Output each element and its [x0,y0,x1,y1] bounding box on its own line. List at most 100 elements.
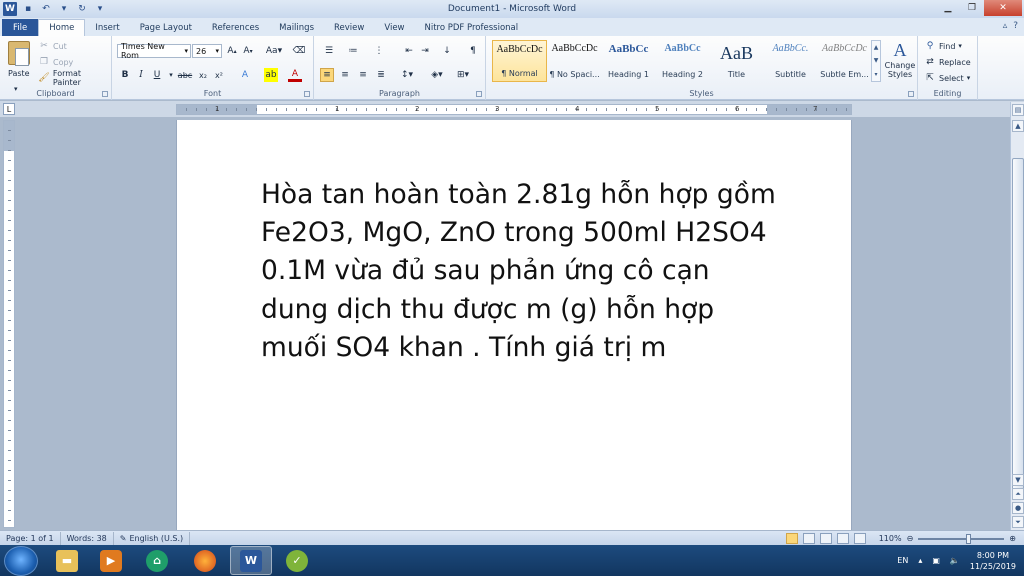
help-icon[interactable]: ? [1013,21,1018,31]
decrease-indent-icon[interactable]: ⇤ [402,44,416,58]
align-left-icon[interactable]: ≡ [320,68,334,82]
styles-gallery-scroll[interactable]: ▲ ▼ ▾ [871,40,881,82]
paragraph-launcher-icon[interactable] [476,91,482,97]
tab-selector[interactable]: L [3,103,15,115]
chevron-down-icon[interactable]: ▾ [57,2,71,16]
taskbar-app-lime[interactable]: ✓ [276,546,318,575]
grow-font-icon[interactable]: A ▴ [225,44,239,58]
network-icon[interactable]: ▣ [932,556,940,565]
paste-button[interactable]: Paste [8,66,30,80]
justify-icon[interactable]: ≣ [374,68,388,82]
chevron-up-icon[interactable]: ▲ [874,44,879,51]
zoom-slider-thumb[interactable] [966,533,972,544]
bullets-icon[interactable]: ☰ [320,44,338,58]
style-no-spacing[interactable]: AaBbCcDc ¶ No Spaci... [547,40,602,82]
style-subtitle[interactable]: AaBbCc. Subtitle [763,40,818,82]
taskbar-firefox[interactable] [184,546,226,575]
subscript-icon[interactable]: x₂ [196,68,210,82]
browse-object-icon[interactable]: ● [1012,502,1024,514]
zoom-out-icon[interactable]: ⊖ [907,534,914,543]
redo-icon[interactable]: ↻ [75,2,89,16]
change-case-icon[interactable]: Aa▾ [264,44,284,58]
tab-nitro-pdf[interactable]: Nitro PDF Professional [415,19,529,36]
styles-launcher-icon[interactable] [908,91,914,97]
zoom-slider[interactable] [918,533,1005,544]
document-page[interactable]: Hòa tan hoàn toàn 2.81g hỗn hợp gồm Fe2O… [176,120,852,530]
tray-expand-icon[interactable]: ▴ [918,556,922,565]
replace-button[interactable]: ⇄ Replace [924,55,970,69]
customize-qat-icon[interactable]: ▾ [93,2,107,16]
undo-icon[interactable]: ↶ [39,2,53,16]
tab-file[interactable]: File [2,19,39,36]
align-center-icon[interactable]: ≡ [338,68,352,82]
cut-button[interactable]: ✂ Cut [38,39,67,53]
close-button[interactable]: ✕ [984,0,1022,16]
text-effects-icon[interactable]: A [238,68,252,82]
word-count[interactable]: Words: 38 [61,531,114,545]
scroll-up-icon[interactable]: ▲ [1012,120,1024,132]
format-painter-button[interactable]: 🖌 Format Painter [38,69,111,87]
line-spacing-icon[interactable]: ↕▾ [398,68,416,82]
style-subtle-emphasis[interactable]: AaBbCcDc Subtle Em... [817,40,872,82]
strikethrough-icon[interactable]: abc [176,68,194,82]
multilevel-list-icon[interactable]: ⋮ [370,44,388,58]
tab-references[interactable]: References [202,19,269,36]
taskbar-word[interactable]: W [230,546,272,575]
style-heading-1[interactable]: AaBbCc Heading 1 [601,40,656,82]
numbering-icon[interactable]: ≔ [344,44,362,58]
style-title[interactable]: AaB Title [709,40,764,82]
previous-page-icon[interactable]: ⏶ [1012,488,1024,500]
tab-insert[interactable]: Insert [85,19,129,36]
more-icon[interactable]: ▾ [874,71,877,78]
style-normal[interactable]: AaBbCcDc ¶ Normal [492,40,547,82]
clipboard-launcher-icon[interactable] [102,91,108,97]
italic-icon[interactable]: I [134,68,148,82]
find-button[interactable]: ⚲ Find ▾ [924,39,962,53]
shading-icon[interactable]: ◈▾ [428,68,446,82]
style-heading-2[interactable]: AaBbCc Heading 2 [655,40,710,82]
select-button[interactable]: ⇱ Select ▾ [924,71,970,85]
underline-icon[interactable]: U [150,68,164,82]
pilcrow-icon[interactable]: ¶ [466,44,480,58]
start-button[interactable] [4,545,38,576]
paste-icon[interactable] [8,41,30,66]
document-body-text[interactable]: Hòa tan hoàn toàn 2.81g hỗn hợp gồm Fe2O… [261,176,781,367]
taskbar-media-player[interactable]: ▶ [90,546,132,575]
maximize-button[interactable]: ❐ [960,0,984,16]
zoom-in-icon[interactable]: ⊕ [1009,534,1016,543]
tab-page-layout[interactable]: Page Layout [130,19,202,36]
superscript-icon[interactable]: x² [212,68,226,82]
next-page-icon[interactable]: ⏷ [1012,516,1024,528]
align-right-icon[interactable]: ≡ [356,68,370,82]
minimize-ribbon-icon[interactable]: ▵ [1003,21,1008,31]
language-indicator[interactable]: ✎ English (U.S.) [114,531,191,545]
chevron-down-icon[interactable]: ▼ [874,57,879,64]
view-ruler-icon[interactable]: ▤ [1012,104,1024,116]
full-screen-reading-icon[interactable] [802,533,815,544]
clock[interactable]: 8:00 PM 11/25/2019 [970,550,1016,572]
tab-home[interactable]: Home [38,19,86,36]
input-language[interactable]: EN [897,556,908,565]
bold-icon[interactable]: B [118,68,132,82]
scrollbar-thumb[interactable] [1012,158,1024,498]
increase-indent-icon[interactable]: ⇥ [418,44,432,58]
shrink-font-icon[interactable]: A ▾ [241,44,255,58]
minimize-button[interactable]: ▁ [936,0,960,16]
vertical-ruler[interactable] [3,120,15,528]
sort-icon[interactable]: ↓ [440,44,454,58]
scroll-down-icon[interactable]: ▼ [1012,474,1024,486]
taskbar-app-green[interactable]: ⌂ [136,546,178,575]
zoom-level[interactable]: 110% [879,534,902,543]
tab-mailings[interactable]: Mailings [269,19,324,36]
borders-icon[interactable]: ⊞▾ [454,68,472,82]
volume-icon[interactable]: 🔈 [950,556,960,565]
vertical-scrollbar[interactable]: ▤ ▲ ▼ ⏶ ● ⏷ [1010,102,1024,530]
font-color-icon[interactable]: A [288,68,302,82]
font-size-select[interactable]: 26 ▾ [192,44,222,58]
web-layout-icon[interactable] [819,533,832,544]
font-launcher-icon[interactable] [304,91,310,97]
print-layout-view-icon[interactable] [785,533,798,544]
copy-button[interactable]: ❐ Copy [38,55,73,69]
taskbar-explorer[interactable]: ▬ [46,546,88,575]
page-count[interactable]: Page: 1 of 1 [0,531,61,545]
